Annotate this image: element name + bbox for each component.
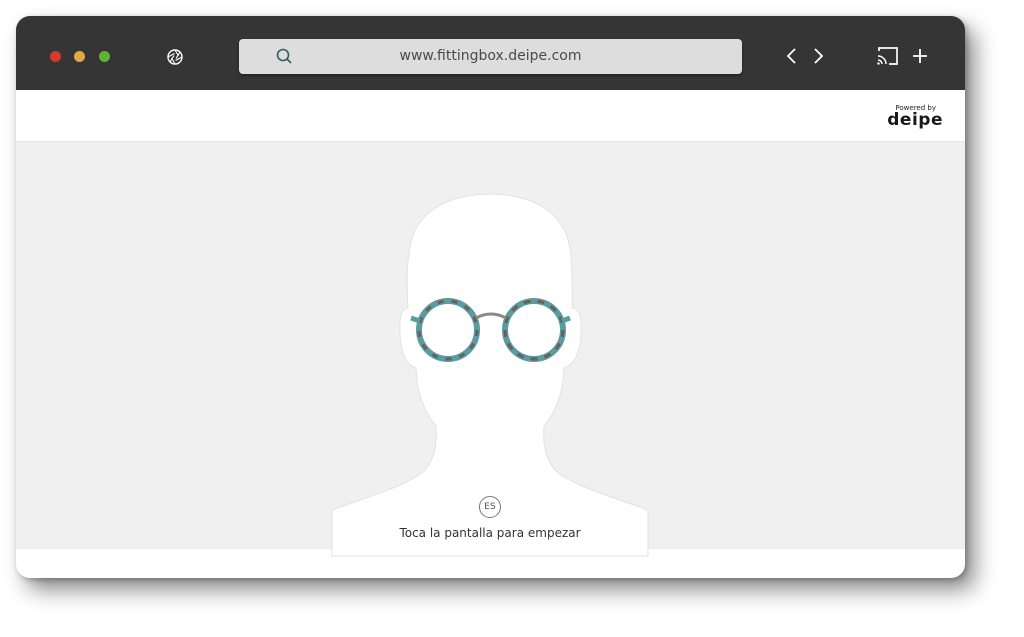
start-instruction: Toca la pantalla para empezar bbox=[399, 526, 581, 540]
head-silhouette[interactable] bbox=[16, 16, 965, 578]
language-selector[interactable]: ES bbox=[479, 496, 501, 518]
browser-window: www.fittingbox.deipe.com Powered by deip… bbox=[16, 16, 965, 578]
